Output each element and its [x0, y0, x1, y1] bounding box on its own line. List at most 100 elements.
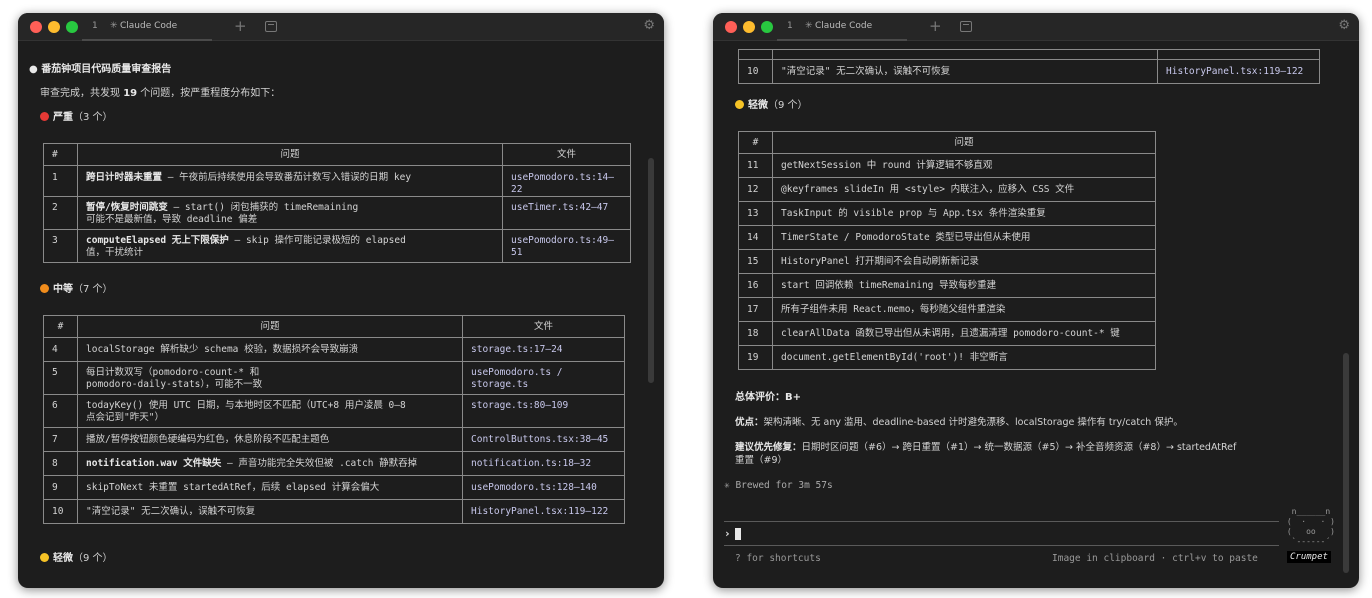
- row-num: 5: [43, 361, 78, 395]
- row-issue: skipToNext 未重置 startedAtRef，后续 elapsed 计…: [77, 475, 463, 500]
- crumpet-mascot-icon: n______n ( · · ) ( oo ) `------´: [1286, 507, 1335, 546]
- row-issue: @keyframes slideIn 用 <style> 内联注入，应移入 CS…: [772, 177, 1156, 202]
- row-issue: localStorage 解析缺少 schema 校验，数据损坏会导致崩溃: [77, 337, 463, 362]
- header-file: 文件: [462, 315, 625, 338]
- row-file: usePomodoro.ts:128–140: [462, 475, 625, 500]
- row-num: 4: [43, 337, 78, 362]
- prompt-chevron-icon: ›: [724, 527, 731, 540]
- minor-issues-table: # 问题 11 getNextSession 中 round 计算逻辑不够直观 1…: [738, 131, 1156, 370]
- scrollbar[interactable]: [1343, 353, 1349, 573]
- row-issue: 所有子组件未用 React.memo，每秒随父组件重渲染: [772, 297, 1156, 322]
- zoom-traffic-light[interactable]: [761, 21, 773, 33]
- table-row: 17 所有子组件未用 React.memo，每秒随父组件重渲染: [738, 297, 1156, 322]
- row-file: HistoryPanel.tsx:119–122: [1157, 59, 1320, 84]
- new-tab-icon[interactable]: +: [929, 17, 942, 35]
- table-row: 13 TaskInput 的 visible prop 与 App.tsx 条件渲…: [738, 201, 1156, 226]
- row-num: 14: [738, 225, 773, 250]
- row-file: storage.ts:80–109: [462, 394, 625, 428]
- table-row: 6 todayKey() 使用 UTC 日期，与本地时区不匹配（UTC+8 用户…: [43, 394, 625, 428]
- new-window-icon[interactable]: [265, 21, 277, 32]
- fix-priority: 建议优先修复：日期时区问题（#6）→ 跨日重置（#1）→ 统一数据源（#5）→ …: [735, 442, 1237, 466]
- row-num: 6: [43, 394, 78, 428]
- row-issue: TaskInput 的 visible prop 与 App.tsx 条件渲染重…: [772, 201, 1156, 226]
- table-row: 18 clearAllData 函数已导出但从未调用，且遗漏清理 pomodoro…: [738, 321, 1156, 346]
- row-issue: 播放/暂停按钮颜色硬编码为红色，休息阶段不匹配主题色: [77, 427, 463, 452]
- header-issue: 问题: [77, 143, 503, 166]
- table-row: 9 skipToNext 未重置 startedAtRef，后续 elapsed…: [43, 475, 625, 500]
- table-row: 16 start 回调依赖 timeRemaining 导致每秒重建: [738, 273, 1156, 298]
- row-num: 15: [738, 249, 773, 274]
- table-row: 12 @keyframes slideIn 用 <style> 内联注入，应移入 …: [738, 177, 1156, 202]
- table-row: 1 跨日计时器未重置 — 午夜前后持续使用会导致番茄计数写入错误的日期 key …: [43, 165, 631, 197]
- terminal-window-left: 1 ✳ Claude Code + ⚙ ● 番茄钟项目代码质量审查报告 审查完成…: [18, 13, 664, 588]
- input-bottom-rule: [724, 545, 1279, 546]
- row-issue: computeElapsed 无上下限保护 — skip 操作可能记录极短的 e…: [77, 229, 503, 263]
- minimize-traffic-light[interactable]: [743, 21, 755, 33]
- row-num: 13: [738, 201, 773, 226]
- close-traffic-light[interactable]: [30, 21, 42, 33]
- table-row: 4 localStorage 解析缺少 schema 校验，数据损坏会导致崩溃 …: [43, 337, 625, 362]
- row-file: storage.ts:17–24: [462, 337, 625, 362]
- row-file: HistoryPanel.tsx:119–122: [462, 499, 625, 524]
- header-file: 文件: [502, 143, 631, 166]
- terminal-window-right: 1 ✳ Claude Code + ⚙ 10 "清空记录" 无二次确认，误触不可…: [713, 13, 1359, 588]
- row-file: notification.ts:18–32: [462, 451, 625, 476]
- critical-heading: 严重（3 个）: [40, 111, 113, 124]
- row-num: 18: [738, 321, 773, 346]
- header-num: #: [43, 315, 78, 338]
- tab-claude-code[interactable]: 1 ✳ Claude Code: [82, 13, 212, 41]
- row-issue: document.getElementById('root')! 非空断言: [772, 345, 1156, 370]
- row-file: ControlButtons.tsx:38–45: [462, 427, 625, 452]
- medium-heading: 中等（7 个）: [40, 283, 113, 296]
- row-issue: notification.wav 文件缺失 — 声音功能完全失效但被 .catc…: [77, 451, 463, 476]
- report-title: ● 番茄钟项目代码质量审查报告: [29, 64, 172, 75]
- new-tab-icon[interactable]: +: [234, 17, 247, 35]
- row-file: useTimer.ts:42–47: [502, 196, 631, 230]
- row-file: usePomodoro.ts / storage.ts: [462, 361, 625, 395]
- zoom-traffic-light[interactable]: [66, 21, 78, 33]
- report-summary: 审查完成，共发现 19 个问题，按严重程度分布如下：: [40, 88, 281, 99]
- gear-icon[interactable]: ⚙: [1338, 18, 1350, 33]
- pros: 优点：架构清晰、无 any 滥用、deadline-based 计时避免漂移、l…: [735, 417, 1183, 428]
- row-issue: 每日计数双写（pomodoro-count-* 和 pomodoro-daily-…: [77, 361, 463, 395]
- minor-heading: 轻微（9 个）: [735, 99, 808, 112]
- mascot-name: Crumpet: [1287, 551, 1331, 563]
- row-num: 8: [43, 451, 78, 476]
- yellow-circle-icon: [40, 553, 49, 562]
- header-issue: 问题: [77, 315, 463, 338]
- row-file: usePomodoro.ts:49–51: [502, 229, 631, 263]
- row-issue: HistoryPanel 打开期间不会自动刷新新记录: [772, 249, 1156, 274]
- table-row: 10 "清空记录" 无二次确认，误触不可恢复 HistoryPanel.tsx:…: [43, 499, 625, 524]
- new-window-icon[interactable]: [960, 21, 972, 32]
- text-cursor[interactable]: [735, 528, 741, 540]
- input-top-rule: [724, 521, 1279, 522]
- row-issue: todayKey() 使用 UTC 日期，与本地时区不匹配（UTC+8 用户凌晨…: [77, 394, 463, 428]
- row-issue: clearAllData 函数已导出但从未调用，且遗漏清理 pomodoro-c…: [772, 321, 1156, 346]
- row-num: 17: [738, 297, 773, 322]
- tab-title: Claude Code: [815, 21, 873, 31]
- medium-issues-table: # 问题 文件 4 localStorage 解析缺少 schema 校验，数据…: [43, 315, 625, 524]
- table-row: 10 "清空记录" 无二次确认，误触不可恢复 HistoryPanel.tsx:…: [738, 59, 1320, 84]
- row-num: 3: [43, 229, 78, 263]
- scrollbar[interactable]: [648, 158, 654, 383]
- tab-title: Claude Code: [120, 21, 178, 31]
- table-row: 2 暂停/恢复时间跳变 — start() 闭包捕获的 timeRemainin…: [43, 196, 631, 230]
- minimize-traffic-light[interactable]: [48, 21, 60, 33]
- tab-number: 1: [92, 21, 98, 31]
- overall-rating: 总体评价：B+: [735, 392, 802, 403]
- row-num: 11: [738, 153, 773, 178]
- row-num: 9: [43, 475, 78, 500]
- row-num: 1: [43, 165, 78, 197]
- title-bar: 1 ✳ Claude Code + ⚙: [18, 13, 664, 41]
- header-issue: 问题: [772, 131, 1156, 154]
- close-traffic-light[interactable]: [725, 21, 737, 33]
- tab-number: 1: [787, 21, 793, 31]
- tab-claude-code[interactable]: 1 ✳ Claude Code: [777, 13, 907, 41]
- title-bar: 1 ✳ Claude Code + ⚙: [713, 13, 1359, 41]
- gear-icon[interactable]: ⚙: [643, 18, 655, 33]
- header-num: #: [738, 131, 773, 154]
- critical-issues-table: # 问题 文件 1 跨日计时器未重置 — 午夜前后持续使用会导致番茄计数写入错误…: [43, 143, 631, 263]
- table-row: 5 每日计数双写（pomodoro-count-* 和 pomodoro-dail…: [43, 361, 625, 395]
- row-issue: getNextSession 中 round 计算逻辑不够直观: [772, 153, 1156, 178]
- orange-circle-icon: [40, 284, 49, 293]
